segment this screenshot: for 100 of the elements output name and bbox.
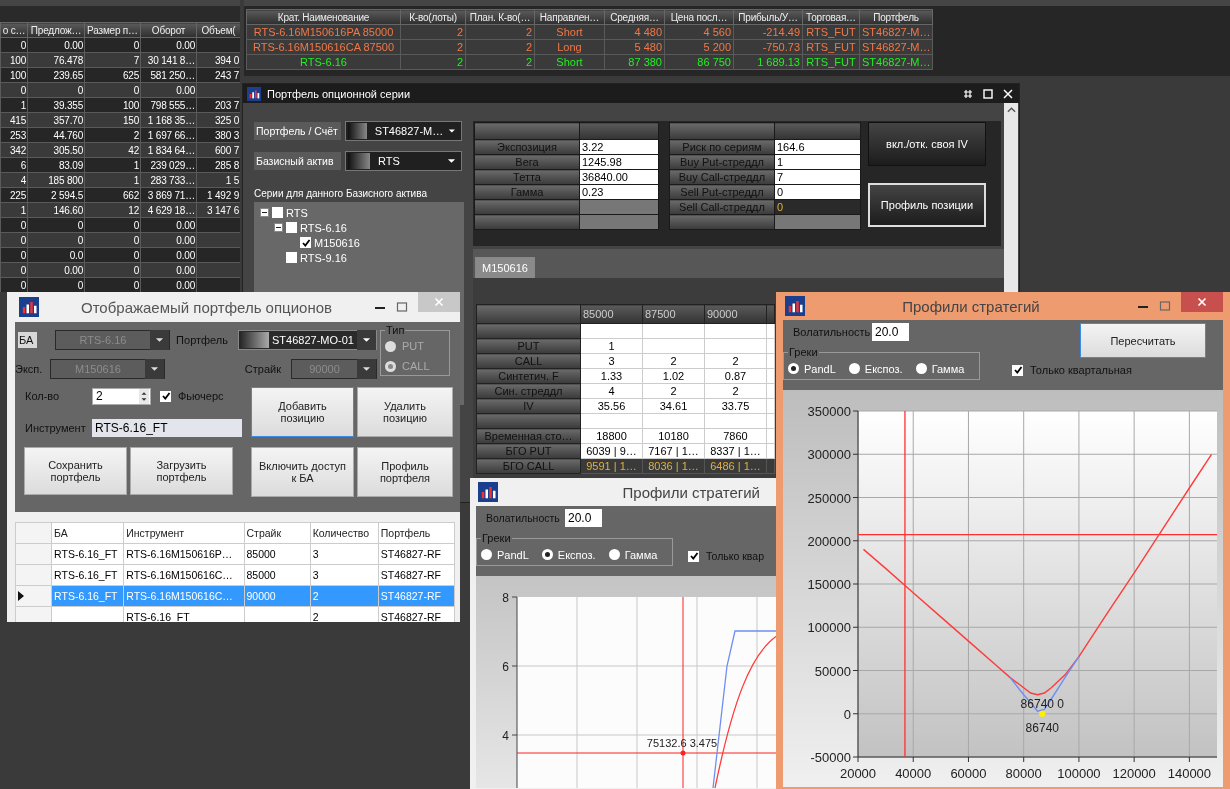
column-header[interactable]: Портфель [859,9,933,25]
column-header[interactable]: Объем( [196,22,240,38]
field-label: Страйк [244,363,281,375]
column-header[interactable]: о с… [0,22,28,38]
column-header[interactable]: Оборот [140,22,197,38]
tree-item[interactable]: M150616 [314,236,360,249]
portfolio-dropdown[interactable]: ST46827-MO-01 [238,330,377,350]
radio-button[interactable] [481,549,492,560]
checkbox[interactable] [1012,364,1023,376]
column-header[interactable]: 85000 [580,304,643,324]
table-cell [766,443,775,459]
column-header[interactable]: Страйк [244,522,311,544]
action-button[interactable]: Загрузить портфель [130,447,233,495]
quantity-spinner[interactable]: 2 [92,387,151,405]
checkbox[interactable] [286,222,297,233]
column-header[interactable]: 90000 [704,304,767,324]
crosshair-dot [680,750,686,756]
checkbox[interactable] [272,207,283,218]
column-header[interactable]: Крат. Наименование [246,9,401,25]
action-button[interactable]: Включить доступ к БА [251,447,354,497]
collapse-icon[interactable] [260,208,269,217]
table-cell: ST46827-RF [378,543,455,565]
option-label: PandL [497,548,529,561]
asset-dropdown[interactable]: RTS [345,151,462,171]
radio-button[interactable] [608,549,620,560]
option-label: PandL [804,362,836,375]
title-bar[interactable]: Профили стратегий [476,478,776,506]
action-button[interactable]: Сохранить портфель [24,447,127,495]
radio-button[interactable] [541,549,553,560]
tree-item[interactable]: RTS-9.16 [300,251,347,264]
column-header[interactable]: Прибыль/У… [733,9,803,25]
portfolio-dropdown[interactable]: ST46827-M… [345,121,462,141]
tick-label: 0 [843,706,851,722]
tick-label: 120000 [1112,766,1156,781]
table-cell [766,383,775,399]
window-title: Профили стратегий [901,297,1041,315]
scroll-up-icon[interactable] [1006,107,1016,113]
column-header[interactable]: Количество [310,522,379,544]
group-label: Греки [481,532,512,544]
axis-label: 4 [502,729,509,743]
option-label: Експоз. [864,362,903,375]
action-button[interactable]: Профиль портфеля [357,447,453,497]
action-button[interactable]: вкл./отк. своя IV [868,122,986,166]
field-label: Портфель [176,334,228,346]
radio-button[interactable] [788,363,799,374]
section-caption: Серии для данного Базисного актива [254,188,428,199]
tree-item[interactable]: RTS [286,206,308,219]
column-header[interactable]: План. К-во(… [465,9,535,25]
scrollbar[interactable] [1004,103,1018,292]
column-header[interactable]: К-во(лоты) [400,9,466,25]
column-header[interactable]: Торговая… [802,9,860,25]
field-label: Портфель / Счёт [254,122,341,140]
checkbox[interactable] [300,237,311,248]
volatility-field[interactable]: 20.0 [565,509,602,527]
close-icon[interactable] [1003,88,1013,99]
column-header[interactable]: Цена посл… [664,9,734,25]
table-row[interactable]: RTS-6.16_FT RTS-6.16M150616C… 85000 3 ST46827-RF [15,564,455,586]
action-button[interactable]: Профиль позиции [868,183,986,227]
option-label: Гамма [624,548,658,561]
field-label: Кол-во [24,390,61,402]
radio-button[interactable] [915,363,927,374]
app-icon [478,482,498,502]
table-cell [766,368,775,384]
table-cell: 3 [310,543,379,565]
tree-item[interactable]: RTS-6.16 [300,221,347,234]
data-label: 86740 [1025,720,1059,735]
close-button[interactable] [1181,292,1223,312]
title-bar[interactable]: Портфель опционной серии [243,84,1019,103]
column-header[interactable]: Направлен… [534,9,605,25]
column-header[interactable]: 87500 [642,304,705,324]
title-bar[interactable]: Профили стратегий [783,292,1223,320]
radio-button[interactable] [848,363,860,374]
window-title: Отображаемый портфель опционов [80,298,333,316]
volatility-field[interactable]: 20.0 [872,323,909,341]
table-cell [766,323,775,339]
recalculate-button[interactable]: Пересчитать [1080,323,1206,358]
instrument-field[interactable]: RTS-6.16_FT [92,419,242,437]
collapse-icon[interactable] [274,223,283,232]
title-bar[interactable]: Отображаемый портфель опционов [15,292,460,322]
column-header[interactable]: Размер п… [84,22,141,38]
window-title: Профили стратегий [621,483,761,501]
checkbox[interactable] [160,390,171,402]
tick-label: 350000 [807,404,851,419]
table-row[interactable]: RTS-6.16_FT RTS-6.16M150616P… 85000 3 ST46827-RF [15,543,455,565]
tick-label: -50000 [810,750,851,765]
grid-icon[interactable] [963,88,973,99]
action-button[interactable]: Удалить позицию [357,387,453,437]
tick-label: 150000 [807,577,851,592]
column-header[interactable]: Предлож… [27,22,85,38]
app-icon [785,296,805,316]
checkbox-label: Только квартальная [1030,364,1132,376]
column-header[interactable]: Портфель [378,522,455,544]
table-cell [766,458,775,474]
checkbox[interactable] [286,252,297,263]
action-button[interactable]: Добавить позицию [251,387,354,437]
column-header[interactable]: БА [51,522,124,544]
checkbox[interactable] [688,550,699,562]
column-header[interactable]: Инструмент [123,522,244,544]
column-header[interactable]: Средняя… [604,9,665,25]
tick-label: 140000 [1167,766,1212,781]
